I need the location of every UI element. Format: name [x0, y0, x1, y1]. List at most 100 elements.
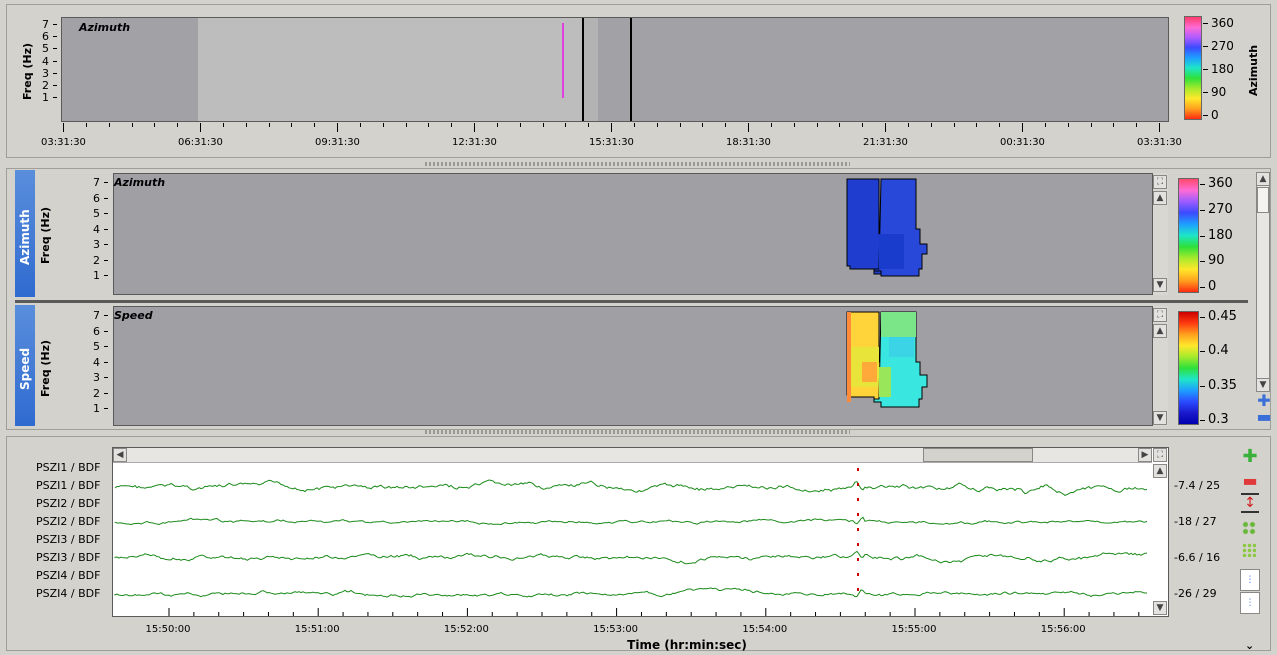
overview-xtick-minor [85, 123, 87, 127]
overview-ytick-mark [53, 85, 57, 86]
waveform-xtick-label: 15:55:00 [891, 624, 937, 635]
waveform-scroll-right-icon[interactable]: ▶ [1138, 448, 1152, 462]
speed-cbar-tick-label: 0.45 [1208, 309, 1237, 324]
expand-more-icon[interactable]: ⌄ [1245, 639, 1254, 652]
overview-xtick-minor [291, 123, 293, 127]
azimuth-scroll-down-icon[interactable]: ▼ [1153, 278, 1167, 292]
overview-xtick-minor [725, 123, 727, 127]
waveform-trace [114, 516, 1148, 526]
speed-scroll-down-icon[interactable]: ▼ [1153, 411, 1167, 425]
overview-cbar-tick-mark [1203, 46, 1208, 47]
overview-xtick-minor [268, 123, 270, 127]
zoom-out-icon[interactable]: ▬ [1241, 473, 1259, 489]
overview-colorbar-label: Azimuth [1247, 44, 1260, 96]
overview-ytick-mark [53, 97, 57, 99]
waveform-xtick-label: 15:53:00 [593, 624, 639, 635]
azimuth-ytick: 2 [93, 253, 100, 267]
overview-cbar-tick-label: 90 [1211, 85, 1227, 99]
azimuth-plot[interactable] [113, 173, 1153, 295]
azimuth-ytick: 3 [93, 238, 100, 251]
speed-expand-icon[interactable]: ⛶ [1153, 308, 1167, 322]
channel-name: PSZI4 / BDF [36, 569, 101, 582]
overview-ytick: 4 [42, 54, 49, 68]
azimuth-cbar-tick-mark [1200, 209, 1205, 211]
speed-ytick: 5 [93, 340, 100, 353]
overview-xtick-minor [862, 123, 864, 127]
overview-xtick-minor [428, 123, 430, 127]
splitter-1[interactable] [425, 162, 850, 166]
overview-plot[interactable] [61, 17, 1169, 122]
speed-ytick: 7 [93, 309, 100, 322]
overview-xtick-minor [907, 123, 909, 127]
speed-plot[interactable] [113, 306, 1153, 426]
speed-scroll-up-icon[interactable]: ▲ [1153, 324, 1167, 338]
overview-xtick-minor [496, 123, 498, 127]
overview-xtick-minor [770, 123, 772, 127]
waveform-scroll-down-icon[interactable]: ▼ [1153, 601, 1167, 615]
speed-title: Speed [114, 309, 153, 322]
trace-view-1-icon[interactable]: ⋮ [1240, 569, 1260, 591]
waveform-expand-icon[interactable]: ⛶ [1153, 448, 1167, 462]
detail-scroll-down-icon[interactable]: ▼ [1256, 378, 1270, 392]
zoom-in-icon[interactable]: ✚ [1241, 448, 1259, 466]
overview-cbar-tick-label: 180 [1211, 62, 1234, 76]
overview-ytick-mark [53, 24, 57, 25]
overview-window-left-edge[interactable] [582, 18, 584, 121]
grid-small-icon[interactable] [1242, 543, 1256, 557]
tab-speed[interactable]: Speed [15, 305, 35, 426]
overview-cbar-tick-label: 270 [1211, 39, 1234, 53]
waveform-scroll-up-icon[interactable]: ▲ [1153, 464, 1167, 478]
azimuth-scroll-up-icon[interactable]: ▲ [1153, 191, 1167, 205]
azimuth-cbar-tick-mark [1200, 235, 1205, 237]
azimuth-blob-left [846, 178, 883, 275]
waveform-plot[interactable] [112, 447, 1169, 617]
speed-ytick: 2 [93, 386, 100, 400]
trace-amplitude: -18 / 27 [1174, 515, 1217, 528]
overview-xtick-minor [1044, 123, 1046, 127]
azimuth-expand-icon[interactable]: ⛶ [1153, 175, 1167, 189]
overview-xtick-label: 12:31:30 [452, 137, 497, 148]
waveform-hscroll-thumb[interactable] [923, 448, 1033, 462]
detail-vscroll-thumb[interactable] [1257, 187, 1269, 213]
azimuth-ytick-mark [104, 244, 108, 245]
overview-ytick: 3 [42, 66, 49, 80]
overview-xtick-minor [1067, 123, 1069, 127]
channel-name: PSZI3 / BDF [36, 533, 101, 546]
speed-ytick: 4 [93, 355, 100, 369]
waveform-xtick-label: 15:54:00 [742, 624, 788, 635]
overview-xtick-minor [1090, 123, 1092, 127]
overview-xtick-mark [337, 123, 338, 132]
panel-divider[interactable] [15, 300, 1248, 303]
overview-ylabel: Freq (Hz) [21, 42, 34, 100]
speed-ytick-mark [104, 408, 108, 409]
speed-ytick-mark [104, 392, 108, 394]
overview-xtick-minor [656, 123, 658, 127]
overview-xtick-minor [976, 123, 978, 127]
overview-ytick: 2 [42, 79, 49, 92]
azimuth-cbar-tick-label: 360 [1208, 176, 1233, 191]
overview-xtick-label: 18:31:30 [726, 137, 771, 148]
speed-colorbar [1178, 311, 1199, 425]
azimuth-ytick-mark [104, 228, 108, 230]
detail-scroll-up-icon[interactable]: ▲ [1256, 172, 1270, 186]
grid-large-icon[interactable] [1242, 521, 1256, 535]
overview-xtick-minor [245, 123, 247, 127]
speed-ytick-mark [104, 361, 108, 363]
overview-xtick-minor [793, 123, 795, 127]
overview-xtick-label: 03:31:30 [1137, 137, 1182, 148]
overview-window-right-edge[interactable] [630, 18, 632, 121]
speed-detection-cells [846, 311, 928, 408]
remove-panel-icon[interactable]: ▬ [1255, 409, 1273, 425]
overview-xtick-minor [108, 123, 110, 127]
scale-amplitude-icon[interactable]: ↕ [1241, 493, 1259, 513]
speed-cbar-tick-mark [1200, 420, 1205, 421]
tab-azimuth[interactable]: Azimuth [15, 170, 35, 297]
overview-xtick-minor [177, 123, 179, 127]
overview-cbar-tick-mark [1203, 92, 1208, 93]
overview-xtick-minor [222, 123, 224, 127]
waveform-scroll-left-icon[interactable]: ◀ [113, 448, 127, 462]
trace-view-2-icon[interactable]: ⋮ [1240, 592, 1260, 614]
azimuth-ytick-mark [104, 182, 108, 183]
splitter-2[interactable] [425, 430, 850, 434]
trace-amplitude: -6.6 / 16 [1174, 551, 1221, 564]
